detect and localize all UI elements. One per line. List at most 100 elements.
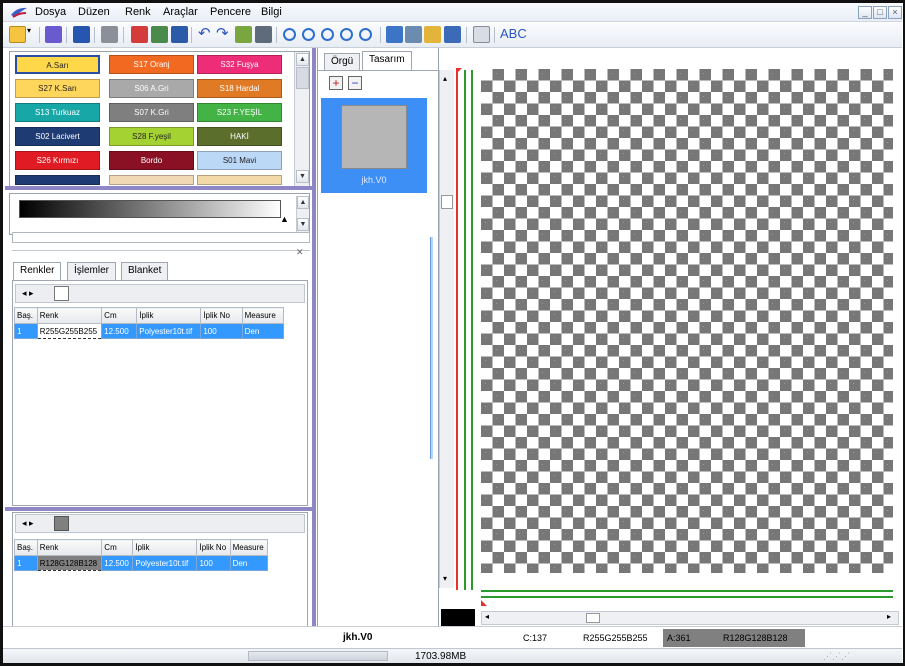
color-swatch[interactable] [15, 175, 100, 185]
col-header[interactable]: İplik No [200, 307, 243, 324]
menu-araclar[interactable]: Araçlar [163, 6, 198, 18]
scroll-thumb[interactable] [441, 195, 453, 209]
export-icon[interactable] [386, 26, 403, 43]
cell[interactable]: 12.500 [101, 555, 134, 571]
resize-grip-icon[interactable]: ⋰⋰⋰ [823, 651, 850, 662]
tab-renkler[interactable]: Renkler [13, 262, 62, 281]
cell[interactable]: Den [241, 323, 285, 339]
col-header[interactable]: İplik [136, 307, 202, 324]
grid-tool-icon[interactable] [151, 26, 168, 43]
color-swatch[interactable]: S26 Kırmızı [15, 151, 100, 170]
tab-orgu[interactable]: Örgü [324, 53, 361, 70]
close-button[interactable]: × [888, 6, 902, 19]
scroll-right-icon[interactable]: ▸ [887, 612, 891, 621]
col-header[interactable]: Measure [241, 307, 285, 324]
save-icon[interactable] [73, 26, 90, 43]
color-swatch[interactable]: S27 K.Sarı [15, 79, 100, 98]
scroll-thumb[interactable] [586, 613, 600, 623]
dropdown-arrow-icon[interactable]: ▾ [27, 26, 35, 43]
table-row[interactable]: 1 R255G255B255 12.500 Polyester10t.tif 1… [14, 323, 285, 339]
col-header[interactable]: Measure [229, 539, 269, 556]
spellcheck-icon[interactable]: ABC [500, 26, 527, 43]
menu-bilgi[interactable]: Bilgi [261, 6, 282, 18]
color-swatch[interactable]: S13 Turkuaz [15, 103, 100, 122]
cell[interactable]: R128G128B128 [36, 555, 103, 571]
design-thumbnail[interactable]: jkh.V0 [321, 98, 427, 193]
spin-down-icon[interactable]: ▼ [297, 218, 309, 231]
arrow-tool-icon[interactable] [405, 26, 422, 43]
zoom-actual-icon[interactable] [359, 28, 372, 41]
canvas-hscrollbar[interactable]: ◂ ▸ [481, 611, 899, 625]
zoom-in-icon[interactable] [302, 28, 315, 41]
cell[interactable]: 1 [14, 323, 38, 339]
color-swatch[interactable]: S07 K.Gri [109, 103, 194, 122]
menu-renk[interactable]: Renk [125, 6, 151, 18]
color-swatch[interactable]: S23 F.YEŞİL [197, 103, 282, 122]
color-swatch[interactable]: Bordo [109, 151, 194, 170]
col-header[interactable]: Baş. [14, 307, 38, 324]
color-swatch[interactable]: S28 F.yeşil [109, 127, 194, 146]
tab-tasarim[interactable]: Tasarım [362, 51, 412, 70]
tab-islemler[interactable]: İşlemler [67, 262, 117, 280]
window-icon[interactable] [444, 26, 461, 43]
color-swatch[interactable]: S01 Mavi [197, 151, 282, 170]
col-header[interactable]: Renk [36, 539, 103, 556]
palette-scrollbar[interactable]: ▲ ▼ [294, 52, 309, 186]
tool-icon[interactable] [131, 26, 148, 43]
panel-close-icon[interactable]: ✕ [296, 247, 304, 258]
gradient-spin[interactable]: ▲ ▼ [296, 196, 309, 232]
redo-icon[interactable]: ↷ [216, 26, 233, 43]
remove-icon[interactable]: − [348, 76, 362, 90]
color-swatch[interactable] [109, 175, 194, 185]
cell[interactable]: Polyester10t.tif [132, 555, 198, 571]
open-icon[interactable] [9, 26, 26, 43]
nav-arrows-icon[interactable]: ◂ ▸ [22, 518, 34, 529]
menu-dosya[interactable]: Dosya [35, 6, 66, 18]
cell[interactable]: Den [229, 555, 269, 571]
cell[interactable]: 1 [14, 555, 38, 571]
vertical-splitter[interactable] [312, 48, 316, 648]
horizontal-slider[interactable] [12, 232, 310, 243]
current-color-swatch[interactable] [54, 516, 69, 531]
color-swatch[interactable]: S02 Lacivert [15, 127, 100, 146]
color-swatch[interactable]: A.Sarı [15, 55, 100, 74]
col-header[interactable]: Cm [101, 307, 138, 324]
design-scrollbar[interactable]: ▴ ▾ [439, 70, 454, 588]
chart-icon[interactable] [424, 26, 441, 43]
splitter[interactable] [5, 507, 314, 511]
color-swatch[interactable]: HAKİ [197, 127, 282, 146]
scroll-down-icon[interactable]: ▼ [296, 170, 309, 183]
users-icon[interactable] [45, 26, 62, 43]
zoom-fit-icon[interactable] [340, 28, 353, 41]
maximize-button[interactable]: □ [873, 6, 887, 19]
current-color-swatch[interactable] [54, 286, 69, 301]
scroll-up-icon[interactable]: ▲ [296, 53, 309, 66]
col-header[interactable]: Renk [36, 307, 103, 324]
tab-blanket[interactable]: Blanket [121, 262, 169, 280]
scroll-thumb[interactable] [296, 67, 309, 89]
zoom-out-icon[interactable] [321, 28, 334, 41]
wand-icon[interactable] [235, 26, 252, 43]
cell[interactable]: 12.500 [101, 323, 138, 339]
brush-icon[interactable] [255, 26, 272, 43]
splitter[interactable] [5, 186, 314, 190]
col-header[interactable]: İplik No [196, 539, 231, 556]
nav-arrows-icon[interactable]: ◂ ▸ [22, 288, 34, 299]
layer-icon[interactable] [171, 26, 188, 43]
col-header[interactable]: Baş. [14, 539, 38, 556]
print-icon[interactable] [101, 26, 118, 43]
color-swatch[interactable]: S18 Hardal [197, 79, 282, 98]
add-icon[interactable]: + [329, 76, 343, 90]
spin-up-icon[interactable]: ▲ [297, 196, 309, 209]
scroll-down-icon[interactable]: ▾ [443, 574, 447, 583]
gradient-marker-icon[interactable]: ▲ [280, 214, 289, 224]
color-swatch[interactable]: S06 A.Gri [109, 79, 194, 98]
col-header[interactable]: İplik [132, 539, 198, 556]
zoom-icon[interactable] [283, 28, 296, 41]
table-row[interactable]: 1 R128G128B128 12.500 Polyester10t.tif 1… [14, 555, 269, 571]
cell[interactable]: 100 [196, 555, 231, 571]
grayscale-gradient[interactable] [19, 200, 281, 218]
scroll-up-icon[interactable]: ▴ [443, 74, 447, 83]
menu-duzen[interactable]: Düzen [78, 6, 110, 18]
cell[interactable]: Polyester10t.tif [136, 323, 202, 339]
